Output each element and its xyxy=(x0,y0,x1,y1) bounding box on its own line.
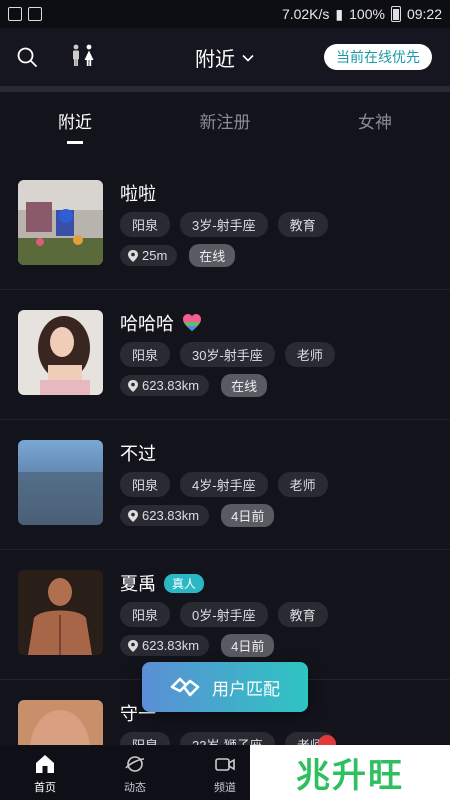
signal-icon: ▮ xyxy=(335,5,344,22)
user-name: 哈哈哈 xyxy=(120,314,174,334)
location-pin-icon xyxy=(128,379,138,392)
network-speed: 7.02K/s xyxy=(281,6,330,22)
tag-occupation: 老师 xyxy=(277,472,328,497)
user-tags: 阳泉 4岁-射手座 老师 xyxy=(120,472,328,497)
distance-badge: 25m xyxy=(120,245,178,266)
top-header: 附近 当前在线优先 xyxy=(0,28,450,86)
nav-moments-label: 动态 xyxy=(124,782,146,794)
tag-city: 阳泉 xyxy=(120,602,171,627)
distance-text: 25m xyxy=(142,248,168,263)
watermark: 兆升旺 xyxy=(250,745,450,800)
verified-badge: 真人 xyxy=(164,573,205,593)
match-icon xyxy=(170,677,200,697)
list-item[interactable]: 哈哈哈 阳泉 30岁-射手座 老师 623.83km 在线 xyxy=(0,290,450,420)
tab-bar: 附近 新注册 女神 xyxy=(0,92,450,150)
distance-badge: 623.83km xyxy=(120,505,210,526)
nav-home[interactable]: 首页 xyxy=(0,745,90,800)
tab-new-register[interactable]: 新注册 xyxy=(150,92,300,150)
battery-icon xyxy=(390,6,401,22)
avatar[interactable] xyxy=(18,180,103,265)
list-item[interactable]: 夏禹 真人 阳泉 0岁-射手座 教育 623.83km 4日前 xyxy=(0,550,450,680)
page-title: 附近 xyxy=(195,49,235,71)
user-tags: 阳泉 0岁-射手座 教育 xyxy=(120,602,328,627)
chevron-down-icon xyxy=(242,54,254,62)
user-name: 啦啦 xyxy=(120,184,156,204)
tag-occupation: 老师 xyxy=(284,342,335,367)
notification-icon xyxy=(8,7,22,21)
nav-channel-label: 频道 xyxy=(214,782,236,794)
list-item[interactable]: 不过 阳泉 4岁-射手座 老师 623.83km 4日前 xyxy=(0,420,450,550)
user-tags: 阳泉 30岁-射手座 老师 xyxy=(120,342,335,367)
tag-city: 阳泉 xyxy=(120,212,171,237)
home-icon xyxy=(36,755,54,773)
user-name: 不过 xyxy=(120,444,156,464)
tag-age-zodiac: 0岁-射手座 xyxy=(180,602,268,627)
tag-city: 阳泉 xyxy=(120,342,171,367)
tag-occupation: 教育 xyxy=(277,602,328,627)
user-meta: 623.83km 在线 xyxy=(120,374,268,397)
match-label: 用户匹配 xyxy=(212,679,280,699)
avatar[interactable] xyxy=(18,570,103,655)
location-pin-icon xyxy=(128,639,138,652)
distance-text: 623.83km xyxy=(142,638,200,653)
avatar-photo xyxy=(18,310,103,395)
online-first-button[interactable]: 当前在线优先 xyxy=(324,44,432,70)
video-icon xyxy=(215,758,235,771)
status-bar: 7.02K/s ▮ 100% 09:22 xyxy=(0,0,450,28)
avatar-photo xyxy=(18,440,103,525)
user-name: 夏禹 xyxy=(120,574,156,594)
tag-city: 阳泉 xyxy=(120,472,171,497)
last-active-status: 4日前 xyxy=(221,504,275,527)
battery-percent: 100% xyxy=(349,6,385,22)
distance-text: 623.83km xyxy=(142,378,200,393)
rainbow-heart-icon xyxy=(183,314,201,331)
tag-occupation: 教育 xyxy=(277,212,328,237)
planet-icon xyxy=(125,756,145,772)
tag-age-zodiac: 4岁-射手座 xyxy=(180,472,268,497)
distance-badge: 623.83km xyxy=(120,375,210,396)
avatar[interactable] xyxy=(18,310,103,395)
location-pin-icon xyxy=(128,249,138,262)
list-item[interactable]: 啦啦 阳泉 3岁-射手座 教育 25m 在线 xyxy=(0,160,450,290)
distance-badge: 623.83km xyxy=(120,635,210,656)
user-name-row: 啦啦 xyxy=(120,180,156,206)
tab-goddess[interactable]: 女神 xyxy=(300,92,450,150)
distance-text: 623.83km xyxy=(142,508,200,523)
user-name-row: 哈哈哈 xyxy=(120,310,202,336)
nav-moments[interactable]: 动态 xyxy=(90,745,180,800)
avatar-photo xyxy=(18,570,103,655)
avatar[interactable] xyxy=(18,440,103,525)
location-pin-icon xyxy=(128,509,138,522)
user-tags: 阳泉 3岁-射手座 教育 xyxy=(120,212,328,237)
user-meta: 623.83km 4日前 xyxy=(120,634,275,657)
activity-icon xyxy=(28,7,42,21)
online-status: 在线 xyxy=(221,374,268,397)
user-name-row: 夏禹 真人 xyxy=(120,570,205,596)
user-meta: 25m 在线 xyxy=(120,244,236,267)
tag-age-zodiac: 3岁-射手座 xyxy=(180,212,268,237)
tab-nearby[interactable]: 附近 xyxy=(0,92,150,150)
tag-age-zodiac: 30岁-射手座 xyxy=(180,342,275,367)
user-match-button[interactable]: 用户匹配 xyxy=(142,662,308,712)
nav-home-label: 首页 xyxy=(34,782,56,794)
clock: 09:22 xyxy=(406,6,442,22)
user-meta: 623.83km 4日前 xyxy=(120,504,275,527)
avatar-photo xyxy=(18,180,103,265)
user-name-row: 不过 xyxy=(120,440,156,466)
last-active-status: 4日前 xyxy=(221,634,275,657)
online-status: 在线 xyxy=(189,244,236,267)
